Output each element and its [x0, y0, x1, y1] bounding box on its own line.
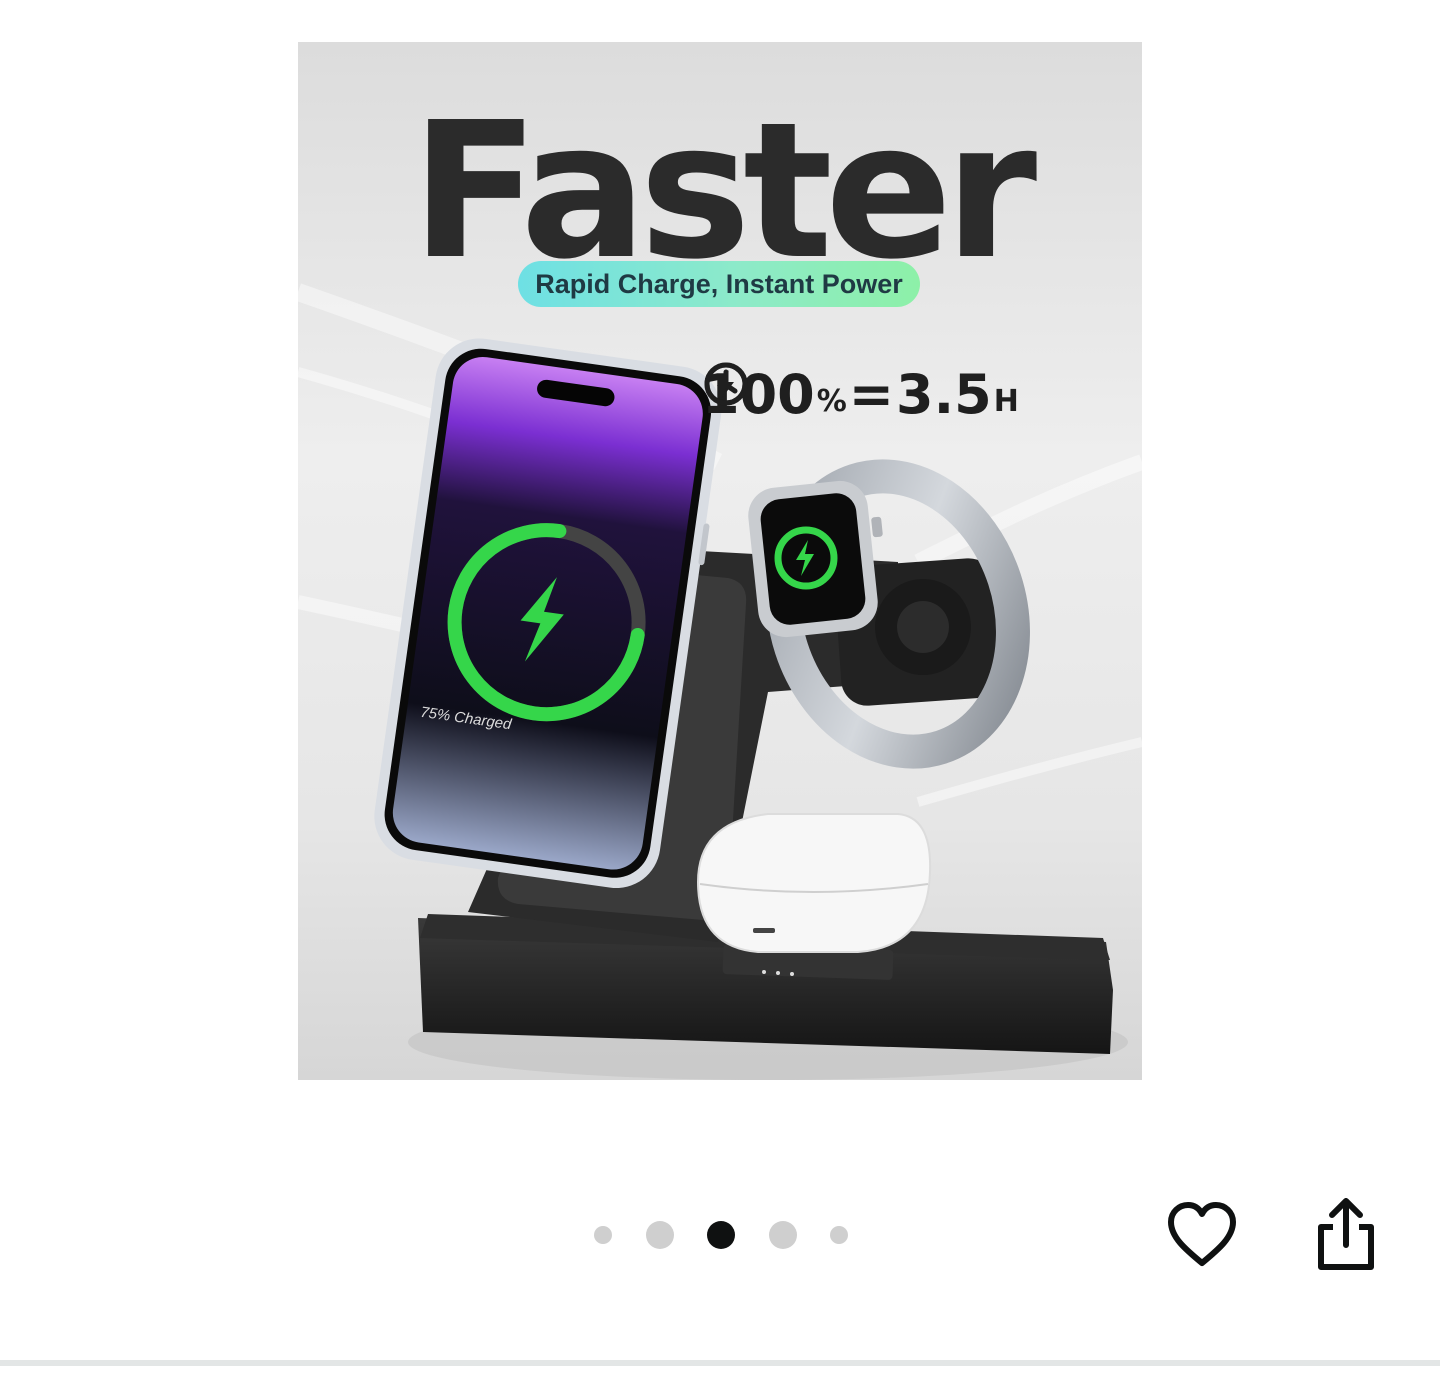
favorite-button[interactable]: [1164, 1196, 1240, 1272]
equals-sign: =: [848, 362, 895, 426]
carousel-dot[interactable]: [594, 1226, 612, 1244]
section-divider: [0, 1360, 1440, 1366]
product-image[interactable]: Faster Rapid Charge, Instant Power 100 %…: [298, 42, 1142, 1080]
time-unit: H: [993, 383, 1019, 419]
carousel-dot[interactable]: [830, 1226, 848, 1244]
tagline-badge: Rapid Charge, Instant Power: [518, 261, 920, 307]
charge-spec: 100 % = 3.5 H: [702, 360, 1019, 428]
carousel-dot[interactable]: [707, 1221, 735, 1249]
image-carousel-indicator: [594, 1218, 848, 1252]
earbuds-case: [696, 813, 932, 953]
percent-sign: %: [816, 383, 847, 419]
share-button[interactable]: [1310, 1194, 1382, 1274]
time-value: 3.5: [896, 362, 992, 426]
clock-icon: [704, 362, 748, 406]
tagline-text: Rapid Charge, Instant Power: [535, 268, 903, 299]
carousel-dot[interactable]: [768, 1221, 797, 1249]
heart-outline-icon: [1168, 1202, 1236, 1266]
share-icon: [1318, 1198, 1374, 1270]
carousel-dot[interactable]: [645, 1221, 674, 1249]
